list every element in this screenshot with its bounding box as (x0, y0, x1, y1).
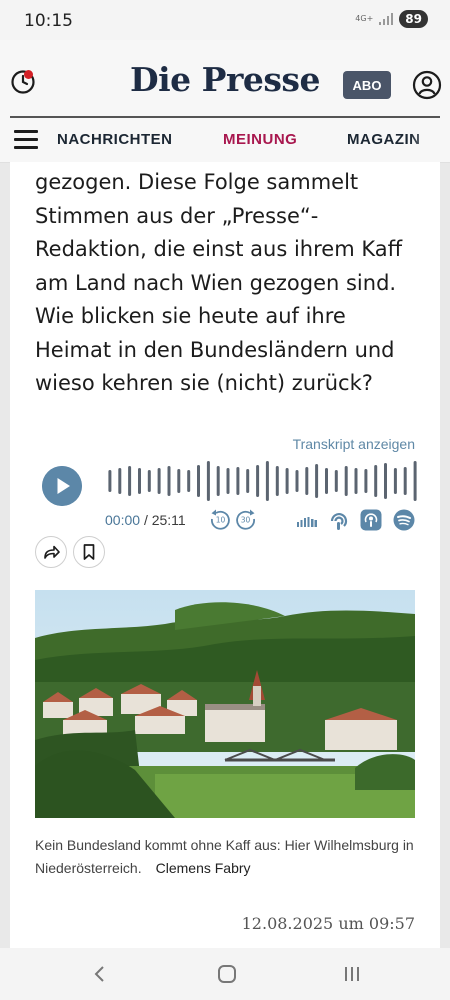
recent-apps-icon[interactable] (340, 962, 364, 986)
waveform-bar (177, 469, 181, 493)
waveform-bar (374, 465, 378, 497)
nav-item-nachrichten[interactable]: NACHRICHTEN (57, 131, 173, 148)
bookmark-icon (83, 544, 95, 560)
play-button[interactable] (42, 466, 82, 506)
waveform-bar (197, 465, 200, 497)
waveform-bar (147, 470, 151, 492)
share-button[interactable] (35, 536, 67, 568)
back-icon[interactable] (88, 962, 112, 986)
photo-caption: Kein Bundesland kommt ohne Kaff aus: Hie… (35, 834, 425, 880)
waveform-bar (384, 463, 387, 499)
body-line: gezogen. Diese Folge sammelt (35, 170, 359, 194)
player-time: 00:00 / 25:11 (105, 512, 186, 528)
waveform-bar (167, 466, 171, 496)
share-icon (44, 545, 60, 559)
article-body: gezogen. Diese Folge sammelt Stimmen aus… (35, 166, 425, 401)
user-account-icon[interactable] (412, 70, 442, 100)
battery-indicator: 89 (399, 10, 428, 28)
transcript-link[interactable]: Transkript anzeigen (293, 436, 415, 452)
skip-back-10-icon[interactable]: 10 (209, 508, 231, 530)
waveform-bar (236, 467, 240, 495)
home-icon[interactable] (215, 962, 239, 986)
article-photo[interactable] (35, 590, 415, 818)
waveform-bar (295, 470, 299, 492)
skip-forward-30-icon[interactable]: 30 (235, 508, 257, 530)
site-header: Die Presse ABO NACHRICHTEN MEINUNG MAGAZ… (0, 40, 450, 163)
waveform-bar (354, 468, 358, 494)
waveform-bar (265, 461, 269, 501)
bookmark-button[interactable] (73, 536, 105, 568)
menu-icon[interactable] (14, 130, 38, 150)
body-line: Wie blicken sie heute auf ihre (35, 304, 346, 328)
waveform-bar (138, 468, 141, 494)
body-line: wieso kehren sie (nicht) zurück? (35, 371, 373, 395)
status-bar: 10:15 4G+ 89 (0, 0, 450, 40)
waveform-bar (413, 461, 417, 501)
spotify-icon[interactable] (393, 509, 415, 531)
waveform-bar (393, 468, 397, 494)
skip-forward-label: 30 (241, 516, 251, 525)
waveform-bar (128, 466, 132, 496)
waveform-bar (246, 469, 250, 493)
section-nav: NACHRICHTEN MEINUNG MAGAZIN (0, 128, 450, 156)
waveform-bar (226, 468, 230, 494)
body-line: am Land nach Wien gezogen sind. (35, 270, 397, 295)
waveform-bar (325, 468, 328, 494)
body-line: Heimat in den Bundesländern und (35, 337, 395, 362)
podcast-app-icon[interactable] (328, 509, 350, 531)
nav-scroll-fade (410, 128, 450, 156)
duration: 25:11 (151, 512, 186, 528)
skip-back-label: 10 (216, 516, 226, 525)
article-content: gezogen. Diese Folge sammelt Stimmen aus… (10, 162, 440, 948)
photo-credit: Clemens Fabry (155, 860, 251, 876)
apple-podcasts-icon[interactable] (360, 509, 382, 531)
signal-icon (379, 13, 394, 25)
publish-date: 12.08.2025 um 09:57 (241, 914, 415, 933)
nav-item-meinung[interactable]: MEINUNG (223, 131, 297, 148)
waveform-bar (118, 468, 122, 494)
waveform-bar (216, 466, 220, 496)
audio-waveform[interactable] (105, 460, 420, 502)
current-time: 00:00 (105, 512, 141, 528)
waveform-bar (187, 470, 191, 492)
time-separator: / (143, 512, 148, 528)
waveform-bar (403, 467, 407, 495)
waveform-bar (315, 464, 319, 498)
waveform-bar (157, 468, 161, 494)
body-line: Redaktion, die einst aus ihrem Kaff (35, 237, 403, 261)
waveform-bar (344, 466, 348, 496)
status-time: 10:15 (24, 11, 73, 31)
network-type: 4G+ (355, 14, 374, 23)
system-nav-bar (0, 948, 450, 1000)
waveform-bar (285, 468, 289, 494)
waveform-bar (334, 470, 338, 492)
body-line: Stimmen aus der „Presse“- (35, 203, 319, 228)
waveform-bar (206, 461, 210, 501)
waveform-bar (305, 467, 309, 495)
soundcloud-icon[interactable] (296, 509, 318, 531)
header-divider (10, 116, 440, 118)
waveform-bar (364, 469, 368, 493)
waveform-bar (108, 470, 112, 492)
abo-button[interactable]: ABO (343, 71, 391, 99)
waveform-bar (275, 466, 279, 496)
waveform-bar (256, 465, 260, 497)
